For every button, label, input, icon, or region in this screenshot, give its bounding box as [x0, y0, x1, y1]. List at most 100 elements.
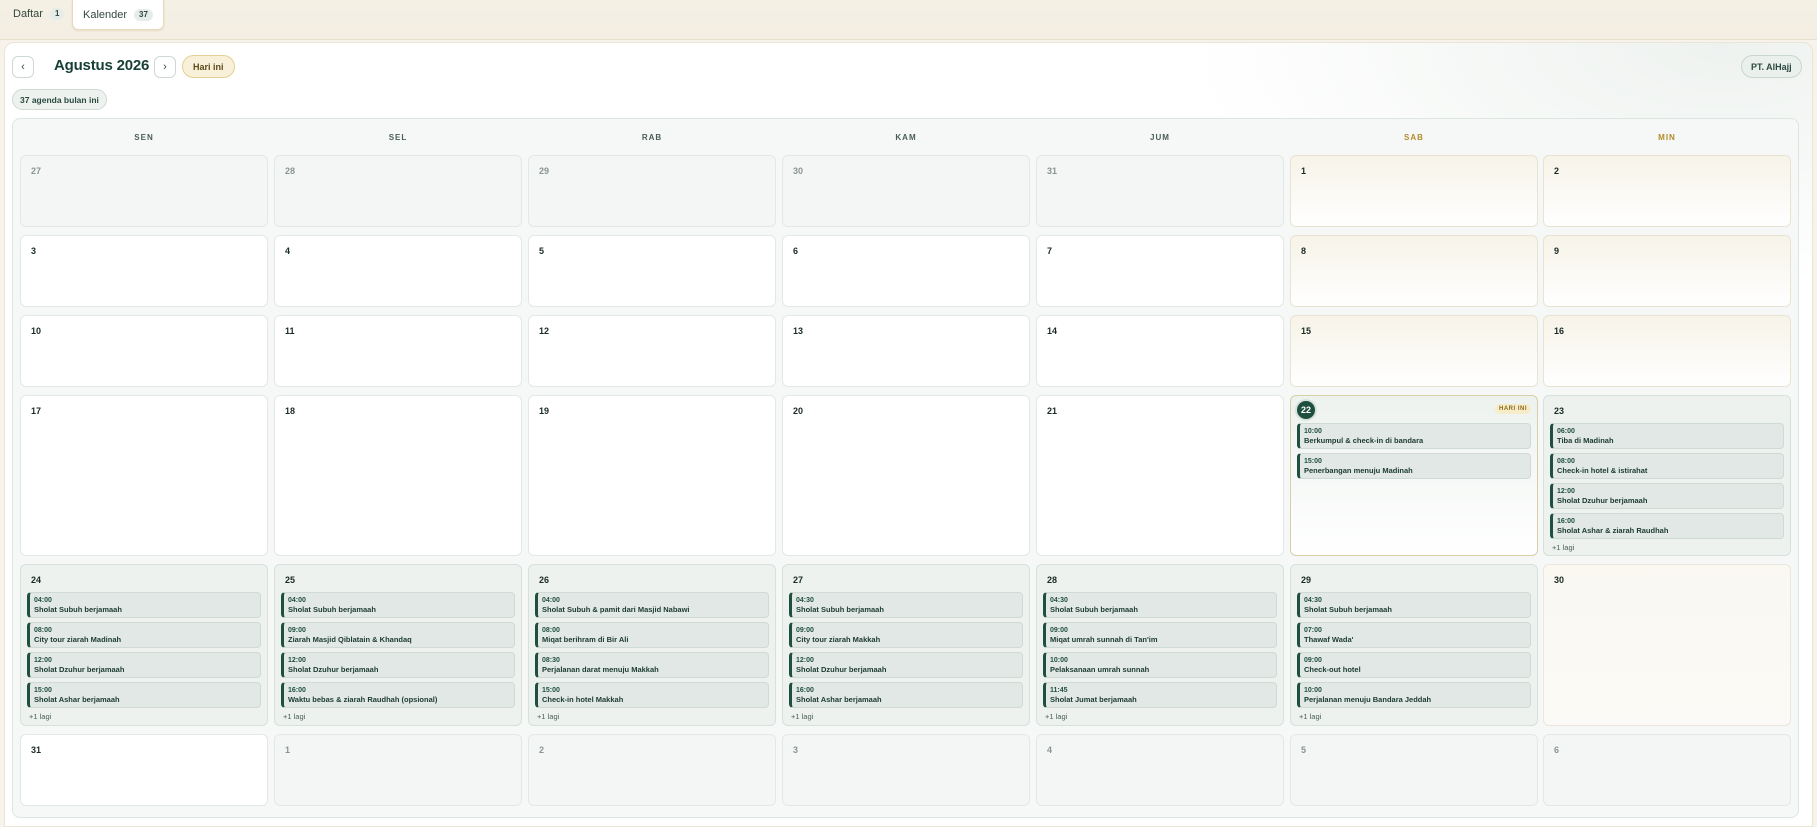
event-item[interactable]: 08:00 Check-in hotel & istirahat [1550, 453, 1784, 479]
day-cell[interactable]: 6 [1543, 734, 1791, 806]
event-time: 04:30 [796, 597, 814, 604]
day-cell[interactable]: 26 04:00 Sholat Subuh & pamit dari Masjid … [528, 564, 776, 726]
day-cell[interactable]: 27 [20, 155, 268, 227]
day-cell[interactable]: 17 [20, 395, 268, 556]
event-item[interactable]: 04:00 Sholat Subuh berjamaah [281, 592, 515, 618]
day-cell[interactable]: 2 [528, 734, 776, 806]
event-item[interactable]: 15:00 Sholat Ashar berjamaah [27, 682, 261, 708]
event-item[interactable]: 06:00 Tiba di Madinah [1550, 423, 1784, 449]
day-cell[interactable]: 18 [274, 395, 522, 556]
today-button[interactable]: Hari ini [182, 55, 235, 78]
day-cell[interactable]: 25 04:00 Sholat Subuh berjamaah 09:00 Ziarah… [274, 564, 522, 726]
event-item[interactable]: 08:00 City tour ziarah Madinah [27, 622, 261, 648]
tab-daftar[interactable]: Daftar 1 [0, 0, 77, 28]
event-title: Check-out hotel [1304, 665, 1361, 674]
event-item[interactable]: 16:00 Waktu bebas & ziarah Raudhah (opsio… [281, 682, 515, 708]
event-time: 09:00 [796, 627, 814, 634]
event-item[interactable]: 12:00 Sholat Dzuhur berjamaah [27, 652, 261, 678]
event-item[interactable]: 04:00 Sholat Subuh berjamaah [27, 592, 261, 618]
event-item[interactable]: 11:45 Sholat Jumat berjamaah [1043, 682, 1277, 708]
day-cell[interactable]: 30 [782, 155, 1030, 227]
day-cell[interactable]: 1 [274, 734, 522, 806]
event-title: Sholat Dzuhur berjamaah [796, 665, 887, 674]
day-cell[interactable]: 12 [528, 315, 776, 387]
day-cell[interactable]: 13 [782, 315, 1030, 387]
more-events-link[interactable]: +1 lagi [281, 712, 515, 721]
day-cell[interactable]: 4 [1036, 734, 1284, 806]
day-cell[interactable]: 19 [528, 395, 776, 556]
event-item[interactable]: 10:00 Perjalanan menuju Bandara Jeddah [1297, 682, 1531, 708]
event-item[interactable]: 04:30 Sholat Subuh berjamaah [789, 592, 1023, 618]
tab-kalender[interactable]: Kalender 37 [72, 0, 164, 30]
event-title: Sholat Dzuhur berjamaah [1557, 496, 1648, 505]
day-cell[interactable]: 28 04:30 Sholat Subuh berjamaah 09:00 Miqat … [1036, 564, 1284, 726]
event-title: Sholat Dzuhur berjamaah [34, 665, 125, 674]
day-number: 15 [1301, 326, 1312, 336]
day-cell[interactable]: 29 04:30 Sholat Subuh berjamaah 07:00 Thawaf… [1290, 564, 1538, 726]
day-cell[interactable]: 31 [1036, 155, 1284, 227]
event-item[interactable]: 04:30 Sholat Subuh berjamaah [1297, 592, 1531, 618]
day-cell[interactable]: 11 [274, 315, 522, 387]
more-events-link[interactable]: +1 lagi [1297, 712, 1531, 721]
chevron-left-icon: ‹ [21, 61, 25, 73]
day-cell[interactable]: 1 [1290, 155, 1538, 227]
event-item[interactable]: 09:00 Ziarah Masjid Qiblatain & Khandaq [281, 622, 515, 648]
day-cell[interactable]: 28 [274, 155, 522, 227]
day-cell[interactable]: 16 [1543, 315, 1791, 387]
event-item[interactable]: 12:00 Sholat Dzuhur berjamaah [1550, 483, 1784, 509]
day-number: 6 [793, 246, 799, 256]
day-cell[interactable]: 5 [528, 235, 776, 307]
day-cell[interactable]: 9 [1543, 235, 1791, 307]
event-item[interactable]: 04:00 Sholat Subuh & pamit dari Masjid Na… [535, 592, 769, 618]
day-cell[interactable]: 6 [782, 235, 1030, 307]
day-cell[interactable]: 3 [20, 235, 268, 307]
day-cell[interactable]: 10 [20, 315, 268, 387]
day-cell[interactable]: 21 [1036, 395, 1284, 556]
event-item[interactable]: 07:00 Thawaf Wada' [1297, 622, 1531, 648]
day-cell[interactable]: 14 [1036, 315, 1284, 387]
day-cell[interactable]: 30 [1543, 564, 1791, 726]
event-item[interactable]: 09:00 Miqat umrah sunnah di Tan'im [1043, 622, 1277, 648]
event-item[interactable]: 08:30 Perjalanan darat menuju Makkah [535, 652, 769, 678]
event-item[interactable]: 10:00 Berkumpul & check-in di bandara [1297, 423, 1531, 449]
event-item[interactable]: 10:00 Pelaksanaan umrah sunnah [1043, 652, 1277, 678]
day-cell[interactable]: 23 06:00 Tiba di Madinah 08:00 Check-in hote… [1543, 395, 1791, 556]
day-cell[interactable]: 4 [274, 235, 522, 307]
today-day-number: 22 [1297, 401, 1315, 419]
more-events-link[interactable]: +1 lagi [27, 712, 261, 721]
day-cell[interactable]: 7 [1036, 235, 1284, 307]
event-item[interactable]: 09:00 City tour ziarah Makkah [789, 622, 1023, 648]
event-item[interactable]: 16:00 Sholat Ashar & ziarah Raudhah [1550, 513, 1784, 539]
day-cell[interactable]: 31 [20, 734, 268, 806]
day-cell[interactable]: 8 [1290, 235, 1538, 307]
day-cell[interactable]: 22 HARI INI 10:00 Berkumpul & check-in di b… [1290, 395, 1538, 556]
event-item[interactable]: 12:00 Sholat Dzuhur berjamaah [789, 652, 1023, 678]
day-cell[interactable]: 24 04:00 Sholat Subuh berjamaah 08:00 City t… [20, 564, 268, 726]
more-events-link[interactable]: +1 lagi [535, 712, 769, 721]
day-cell[interactable]: 27 04:30 Sholat Subuh berjamaah 09:00 City t… [782, 564, 1030, 726]
prev-month-button[interactable]: ‹ [12, 56, 34, 78]
day-cell[interactable]: 29 [528, 155, 776, 227]
day-cell[interactable]: 15 [1290, 315, 1538, 387]
weekday-label: RAB [641, 133, 663, 142]
event-item[interactable]: 15:00 Penerbangan menuju Madinah [1297, 453, 1531, 479]
chevron-right-icon: › [163, 61, 167, 73]
more-events-link[interactable]: +1 lagi [1550, 543, 1784, 552]
event-item[interactable]: 16:00 Sholat Ashar berjamaah [789, 682, 1023, 708]
event-item[interactable]: 12:00 Sholat Dzuhur berjamaah [281, 652, 515, 678]
agenda-count-chip: 37 agenda bulan ini [12, 89, 107, 110]
day-cell[interactable]: 3 [782, 734, 1030, 806]
event-item[interactable]: 04:30 Sholat Subuh berjamaah [1043, 592, 1277, 618]
next-month-button[interactable]: › [154, 56, 176, 78]
day-cell[interactable]: 5 [1290, 734, 1538, 806]
event-item[interactable]: 08:00 Miqat berihram di Bir Ali [535, 622, 769, 648]
event-item[interactable]: 09:00 Check-out hotel [1297, 652, 1531, 678]
day-cell[interactable]: 20 [782, 395, 1030, 556]
organization-chip[interactable]: PT. AlHajj [1741, 55, 1802, 78]
event-item[interactable]: 15:00 Check-in hotel Makkah [535, 682, 769, 708]
event-title: Perjalanan menuju Bandara Jeddah [1304, 695, 1432, 704]
more-events-link[interactable]: +1 lagi [1043, 712, 1277, 721]
day-number: 17 [31, 406, 42, 416]
more-events-link[interactable]: +1 lagi [789, 712, 1023, 721]
day-cell[interactable]: 2 [1543, 155, 1791, 227]
